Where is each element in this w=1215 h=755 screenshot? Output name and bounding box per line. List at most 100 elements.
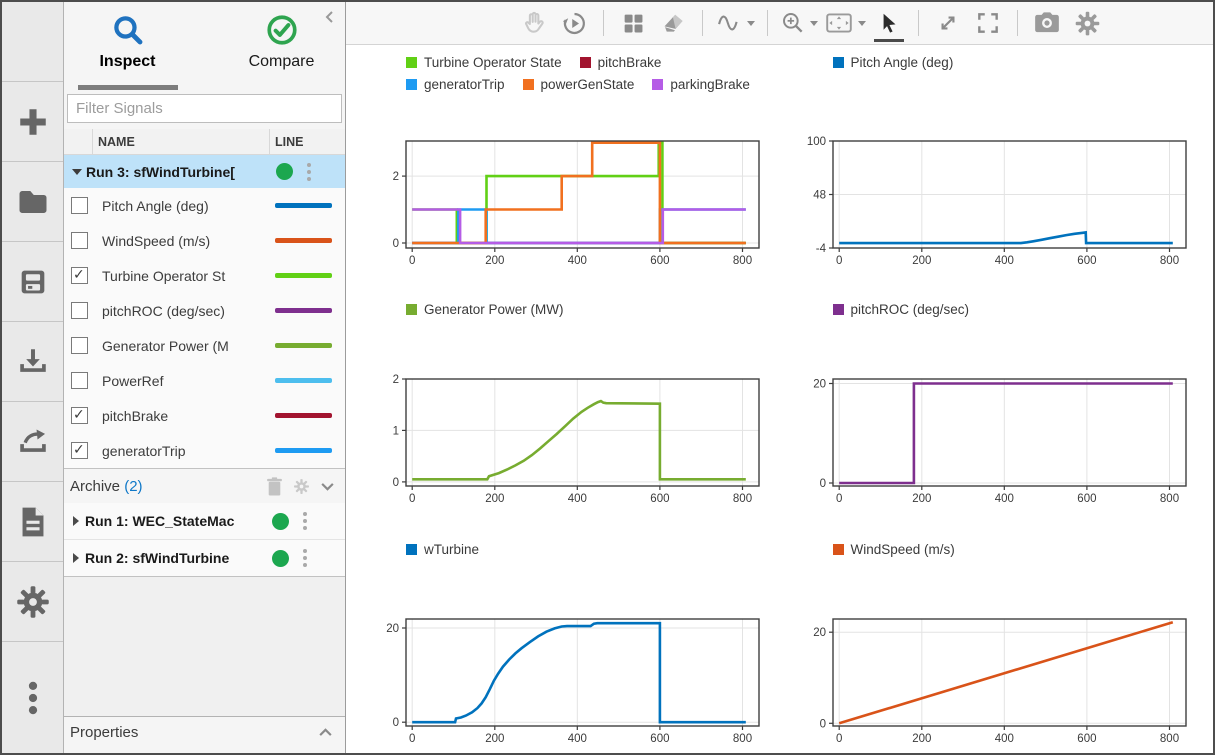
signal-row[interactable]: Pitch Angle (deg)	[64, 188, 345, 223]
arrow-cursor-button[interactable]	[872, 6, 906, 40]
signal-row[interactable]: Turbine Operator St	[64, 258, 345, 293]
checkbox-column-header	[64, 129, 93, 154]
series-powergenstate[interactable]	[412, 143, 746, 243]
signal-checkbox[interactable]	[71, 267, 88, 284]
more-options-button[interactable]	[2, 642, 63, 753]
legend-item[interactable]: pitchBrake	[580, 55, 662, 70]
trash-icon[interactable]	[266, 477, 283, 496]
snapshot-button[interactable]	[1030, 6, 1064, 40]
archive-label[interactable]: Archive (2)	[70, 478, 266, 495]
signal-line-swatch[interactable]	[275, 308, 332, 313]
chart-legend: Pitch Angle (deg)	[787, 45, 1200, 70]
signal-checkbox[interactable]	[71, 372, 88, 389]
signal-row[interactable]: generatorTrip	[64, 433, 345, 468]
legend-item[interactable]: Turbine Operator State	[406, 55, 562, 70]
collapse-sidebar-button[interactable]	[323, 10, 337, 29]
import-button[interactable]	[2, 322, 63, 402]
filter-signals-input[interactable]	[67, 94, 342, 123]
signal-checkbox[interactable]	[71, 407, 88, 424]
preferences-button[interactable]	[2, 562, 63, 642]
chart-pitchroc[interactable]: 0200400600800020	[787, 374, 1200, 510]
run-row-current[interactable]: Run 3: sfWindTurbine[	[64, 155, 345, 188]
archive-run-row[interactable]: Run 1: WEC_StateMac	[64, 503, 345, 540]
run-menu-icon[interactable]	[297, 549, 313, 567]
legend-item[interactable]: Generator Power (MW)	[406, 302, 564, 317]
series-wturbine[interactable]	[412, 623, 746, 722]
name-column-header: NAME	[93, 129, 270, 154]
create-report-button[interactable]	[2, 482, 63, 562]
series-pitchroc-deg-sec-[interactable]	[839, 384, 1173, 484]
x-tick-label: 200	[485, 493, 504, 505]
open-button[interactable]	[2, 162, 63, 242]
signal-row[interactable]: pitchROC (deg/sec)	[64, 293, 345, 328]
legend-item[interactable]: Pitch Angle (deg)	[833, 55, 954, 70]
chart-operator-states[interactable]: 020040060080002	[360, 136, 773, 272]
add-button[interactable]	[2, 82, 63, 162]
legend-item[interactable]: WindSpeed (m/s)	[833, 542, 955, 557]
signal-row[interactable]: Generator Power (M	[64, 328, 345, 363]
signal-line-swatch[interactable]	[275, 203, 332, 208]
chart-windspeed[interactable]: 0200400600800020	[787, 614, 1200, 750]
plot-settings-button[interactable]	[1070, 6, 1104, 40]
chevron-down-icon[interactable]	[320, 479, 335, 494]
legend-item[interactable]: powerGenState	[523, 77, 635, 92]
archive-run-row[interactable]: Run 2: sfWindTurbine	[64, 540, 345, 577]
arrow-cursor-icon	[876, 10, 902, 36]
properties-bar[interactable]: Properties	[64, 716, 345, 747]
signal-row[interactable]: WindSpeed (m/s)	[64, 223, 345, 258]
series-windspeed-m-s-[interactable]	[839, 622, 1173, 723]
left-toolbar	[2, 2, 64, 753]
legend-item[interactable]: wTurbine	[406, 542, 479, 557]
signal-checkbox[interactable]	[71, 442, 88, 459]
table-header: NAME LINE	[64, 129, 345, 155]
chart-generator-power[interactable]: 0200400600800012	[360, 374, 773, 510]
legend-label: pitchROC (deg/sec)	[851, 302, 970, 317]
save-button[interactable]	[2, 242, 63, 322]
zoom-in-button[interactable]	[780, 6, 818, 40]
eraser-icon	[660, 10, 687, 37]
fullscreen-button[interactable]	[971, 6, 1005, 40]
signal-options-button[interactable]	[715, 6, 755, 40]
expander-right-icon[interactable]	[73, 553, 79, 563]
plot-frame	[406, 619, 759, 726]
expander-right-icon[interactable]	[73, 516, 79, 526]
signal-line-swatch[interactable]	[275, 413, 332, 418]
legend-item[interactable]: pitchROC (deg/sec)	[833, 302, 970, 317]
run-menu-icon[interactable]	[301, 163, 317, 181]
fit-to-view-button[interactable]	[824, 6, 866, 40]
signal-line-swatch[interactable]	[275, 343, 332, 348]
signal-row[interactable]: pitchBrake	[64, 398, 345, 433]
archive-gear-icon[interactable]	[293, 478, 310, 495]
tab-inspect[interactable]: Inspect	[78, 10, 178, 86]
legend-item[interactable]: parkingBrake	[652, 77, 750, 92]
check-circle-icon	[265, 10, 299, 50]
signal-checkbox[interactable]	[71, 302, 88, 319]
signal-line-swatch[interactable]	[275, 448, 332, 453]
eraser-button[interactable]	[656, 6, 690, 40]
chart-pitch-angle[interactable]: 0200400600800-448100	[787, 136, 1200, 272]
replay-button[interactable]	[557, 6, 591, 40]
legend-item[interactable]: generatorTrip	[406, 77, 505, 92]
signal-line-swatch[interactable]	[275, 238, 332, 243]
chart-wturbine[interactable]: 0200400600800020	[360, 614, 773, 750]
export-button[interactable]	[2, 402, 63, 482]
series-turbine-operator-state[interactable]	[412, 143, 746, 243]
series-generator-power-mw-[interactable]	[412, 401, 746, 479]
series-pitch-angle-deg-[interactable]	[839, 232, 1173, 243]
signal-checkbox[interactable]	[71, 197, 88, 214]
signal-checkbox[interactable]	[71, 337, 88, 354]
expander-down-icon[interactable]	[72, 169, 82, 175]
pan-hand-button[interactable]	[517, 6, 551, 40]
signal-row[interactable]: PowerRef	[64, 363, 345, 398]
legend-swatch-icon	[406, 304, 417, 315]
expand-button[interactable]	[931, 6, 965, 40]
signal-checkbox[interactable]	[71, 232, 88, 249]
run-menu-icon[interactable]	[297, 512, 313, 530]
tab-compare[interactable]: Compare	[232, 10, 332, 86]
signal-line-swatch[interactable]	[275, 378, 332, 383]
layout-grid-button[interactable]	[616, 6, 650, 40]
series-parkingbrake[interactable]	[412, 210, 746, 244]
signal-line-swatch[interactable]	[275, 273, 332, 278]
layout-grid-icon	[621, 11, 646, 36]
series-generatortrip[interactable]	[412, 210, 746, 244]
